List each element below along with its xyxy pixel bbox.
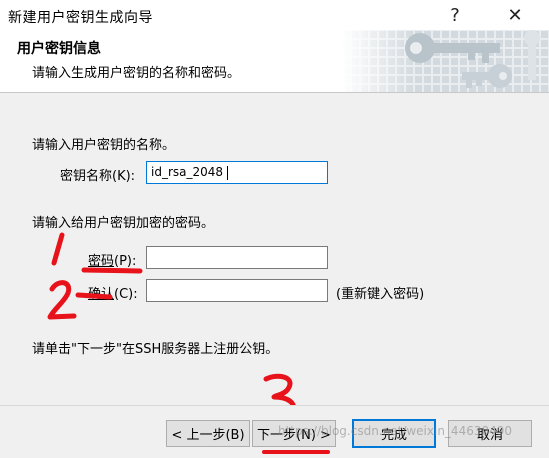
close-button[interactable]: ✕ <box>492 0 538 30</box>
back-button[interactable]: < 上一步(B) <box>166 420 250 447</box>
key-name-field[interactable]: id_rsa_2048 <box>146 161 328 184</box>
title-bar: 新建用户密钥生成向导 ? ✕ <box>0 0 549 30</box>
register-note: 请单击"下一步"在SSH服务器上注册公钥。 <box>32 342 279 357</box>
page-subtitle: 请输入生成用户密钥的名称和密码。 <box>32 66 241 81</box>
window-title: 新建用户密钥生成向导 <box>8 10 153 26</box>
red-underline-next <box>262 450 330 454</box>
confirm-password-field[interactable] <box>146 279 328 302</box>
red-annotation-marks <box>47 232 143 320</box>
name-prompt: 请输入用户密钥的名称。 <box>32 138 176 153</box>
help-button[interactable]: ? <box>432 0 478 30</box>
key-name-label-text: 密钥名称 <box>60 169 113 184</box>
key-name-label-shortcut: (K): <box>112 169 136 184</box>
key-name-label: 密钥名称(K): <box>60 165 135 184</box>
password-field[interactable] <box>146 246 328 269</box>
help-icon: ? <box>450 4 460 26</box>
wizard-header: 用户密钥信息 请输入生成用户密钥的名称和密码。 <box>0 30 549 93</box>
confirm-hint: (重新键入密码) <box>336 287 425 302</box>
close-icon: ✕ <box>507 4 523 26</box>
keys-banner-icon <box>342 30 549 92</box>
watermark: https://blog.csdn.net/weixin_44630490 <box>278 424 513 438</box>
text-cursor <box>227 165 229 180</box>
page-title: 用户密钥信息 <box>17 41 101 57</box>
key-name-value: id_rsa_2048 <box>151 165 224 179</box>
wizard-content: 请输入用户密钥的名称。 密钥名称(K): id_rsa_2048 请输入给用户密… <box>0 93 549 425</box>
